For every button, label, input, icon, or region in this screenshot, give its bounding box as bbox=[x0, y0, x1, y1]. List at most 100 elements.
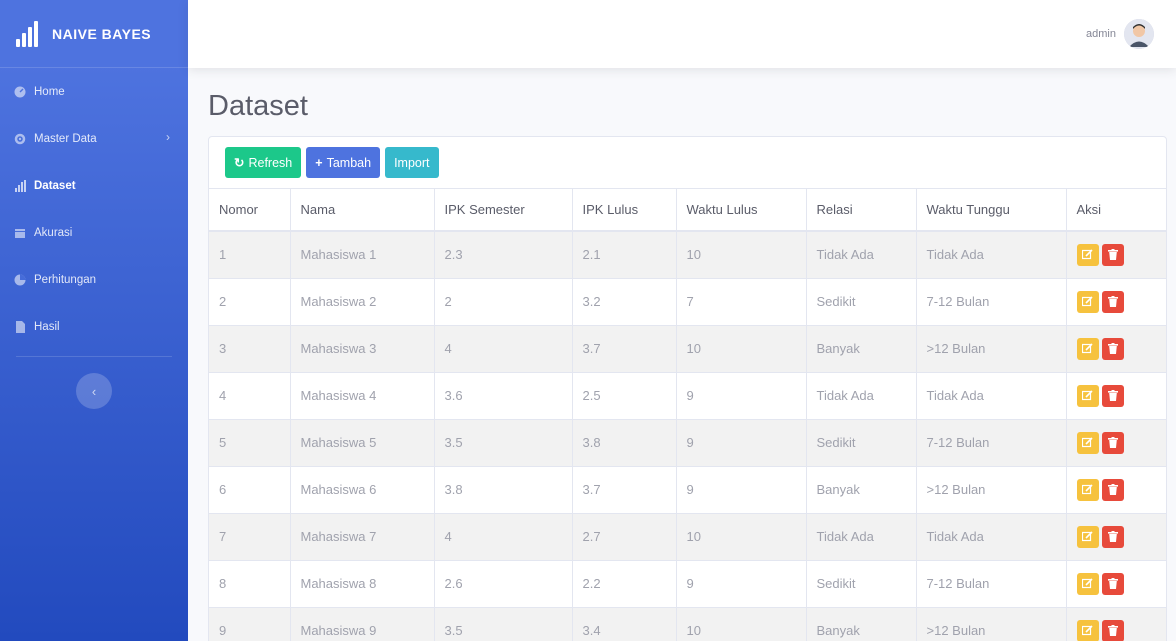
sidebar-item-label: Hasil bbox=[34, 320, 60, 333]
table-cell: >12 Bulan bbox=[916, 324, 1067, 372]
table-cell: Tidak Ada bbox=[916, 512, 1067, 560]
delete-button[interactable] bbox=[1101, 478, 1124, 501]
table-row: 9 Mahasiswa 9 3.5 3.4 10 Banyak >12 Bulan bbox=[209, 606, 1166, 641]
edit-icon bbox=[1082, 296, 1093, 307]
add-button-label: Tambah bbox=[326, 155, 372, 170]
table-cell: 8 bbox=[209, 559, 291, 607]
trash-icon bbox=[1107, 578, 1118, 589]
trash-icon bbox=[1107, 296, 1118, 307]
delete-button[interactable] bbox=[1101, 290, 1124, 313]
sidebar-item-label: Master Data bbox=[34, 132, 97, 145]
table-cell: 6 bbox=[209, 465, 291, 513]
edit-icon bbox=[1082, 625, 1093, 636]
table-cell: 3.5 bbox=[434, 606, 573, 641]
file-icon bbox=[13, 320, 27, 334]
sidebar-item-master-data[interactable]: Master Data › bbox=[0, 115, 188, 162]
table-cell: 9 bbox=[676, 559, 807, 607]
sidebar-item-home[interactable]: Home bbox=[0, 68, 188, 115]
chevron-left-icon: ‹ bbox=[91, 383, 97, 399]
table-cell: 3.7 bbox=[572, 465, 677, 513]
trash-icon bbox=[1107, 249, 1118, 261]
table-cell: Banyak bbox=[806, 324, 917, 372]
user-name[interactable]: admin bbox=[1086, 28, 1116, 40]
delete-button[interactable] bbox=[1101, 431, 1124, 454]
edit-icon bbox=[1082, 343, 1093, 354]
add-button[interactable]: + Tambah bbox=[306, 147, 381, 178]
table-cell: Mahasiswa 7 bbox=[290, 512, 435, 560]
table-cell: 3.4 bbox=[572, 606, 677, 641]
sidebar-item-perhitungan[interactable]: Perhitungan bbox=[0, 256, 188, 303]
table-cell: 7-12 Bulan bbox=[916, 277, 1067, 325]
sidebar-item-label: Home bbox=[34, 85, 65, 98]
table-cell: 3.5 bbox=[434, 418, 573, 466]
edit-button[interactable] bbox=[1076, 619, 1099, 641]
table-cell: Mahasiswa 3 bbox=[290, 324, 435, 372]
table-row: 5 Mahasiswa 5 3.5 3.8 9 Sedikit 7-12 Bulan bbox=[209, 418, 1166, 466]
edit-button[interactable] bbox=[1076, 431, 1099, 454]
edit-button[interactable] bbox=[1076, 478, 1099, 501]
sidebar-divider bbox=[16, 356, 172, 357]
table-cell: 9 bbox=[209, 606, 291, 641]
column-header: Waktu Lulus bbox=[676, 189, 807, 232]
table-cell: 3 bbox=[209, 324, 291, 372]
import-button[interactable]: Import bbox=[385, 147, 439, 178]
column-header: IPK Semester bbox=[434, 189, 573, 232]
table-cell: Mahasiswa 6 bbox=[290, 465, 435, 513]
refresh-button[interactable]: ↻ Refresh bbox=[225, 147, 302, 178]
table-row: 1 Mahasiswa 1 2.3 2.1 10 Tidak Ada Tidak Ada bbox=[209, 230, 1166, 278]
table-cell: 2.3 bbox=[434, 230, 573, 278]
sidebar-toggle-button[interactable]: ‹ bbox=[76, 373, 112, 409]
column-header: Aksi bbox=[1066, 189, 1166, 232]
table-cell: Tidak Ada bbox=[806, 512, 917, 560]
delete-button[interactable] bbox=[1101, 243, 1124, 266]
actions-cell bbox=[1066, 512, 1166, 560]
sidebar-item-dataset[interactable]: Dataset bbox=[0, 162, 188, 209]
edit-button[interactable] bbox=[1076, 243, 1099, 266]
sidebar-item-akurasi[interactable]: Akurasi bbox=[0, 209, 188, 256]
table-cell: Mahasiswa 2 bbox=[290, 277, 435, 325]
edit-button[interactable] bbox=[1076, 384, 1099, 407]
delete-button[interactable] bbox=[1101, 337, 1124, 360]
sidebar-item-label: Akurasi bbox=[34, 226, 73, 239]
delete-button[interactable] bbox=[1101, 384, 1124, 407]
delete-button[interactable] bbox=[1101, 619, 1124, 641]
table-cell: Mahasiswa 8 bbox=[290, 559, 435, 607]
plus-icon: + bbox=[315, 155, 323, 170]
dataset-card: ↻ Refresh + Tambah Import Nomor Nama IPK… bbox=[208, 136, 1167, 641]
edit-icon bbox=[1082, 484, 1093, 495]
table-row: 8 Mahasiswa 8 2.6 2.2 9 Sedikit 7-12 Bulan bbox=[209, 559, 1166, 607]
brand[interactable]: NAIVE BAYES bbox=[0, 0, 188, 68]
actions-cell bbox=[1066, 277, 1166, 325]
column-header: Nama bbox=[290, 189, 435, 232]
table-cell: 2.1 bbox=[572, 230, 677, 278]
actions-cell bbox=[1066, 324, 1166, 372]
table-cell: Sedikit bbox=[806, 559, 917, 607]
edit-button[interactable] bbox=[1076, 525, 1099, 548]
table-cell: Tidak Ada bbox=[806, 230, 917, 278]
table-cell: 4 bbox=[434, 324, 573, 372]
edit-button[interactable] bbox=[1076, 290, 1099, 313]
edit-button[interactable] bbox=[1076, 572, 1099, 595]
table-cell: Tidak Ada bbox=[916, 230, 1067, 278]
sidebar-item-label: Perhitungan bbox=[34, 273, 97, 286]
edit-icon bbox=[1082, 437, 1093, 448]
import-button-label: Import bbox=[394, 155, 430, 170]
table-cell: 7-12 Bulan bbox=[916, 559, 1067, 607]
edit-button[interactable] bbox=[1076, 337, 1099, 360]
main-content: Dataset ↻ Refresh + Tambah Import Nomor … bbox=[208, 68, 1167, 641]
delete-button[interactable] bbox=[1101, 572, 1124, 595]
actions-cell bbox=[1066, 371, 1166, 419]
avatar[interactable] bbox=[1124, 19, 1154, 49]
table-row: 4 Mahasiswa 4 3.6 2.5 9 Tidak Ada Tidak Ada bbox=[209, 371, 1166, 419]
table-cell: 9 bbox=[676, 465, 807, 513]
delete-button[interactable] bbox=[1101, 525, 1124, 548]
table-cell: Sedikit bbox=[806, 277, 917, 325]
sidebar-item-hasil[interactable]: Hasil bbox=[0, 303, 188, 350]
trash-icon bbox=[1107, 343, 1118, 354]
sidebar-item-label: Dataset bbox=[34, 179, 76, 192]
table-cell: Mahasiswa 5 bbox=[290, 418, 435, 466]
calendar-icon bbox=[13, 226, 27, 240]
edit-icon bbox=[1082, 249, 1093, 260]
refresh-icon: ↻ bbox=[234, 156, 245, 170]
cog-icon bbox=[13, 132, 27, 146]
